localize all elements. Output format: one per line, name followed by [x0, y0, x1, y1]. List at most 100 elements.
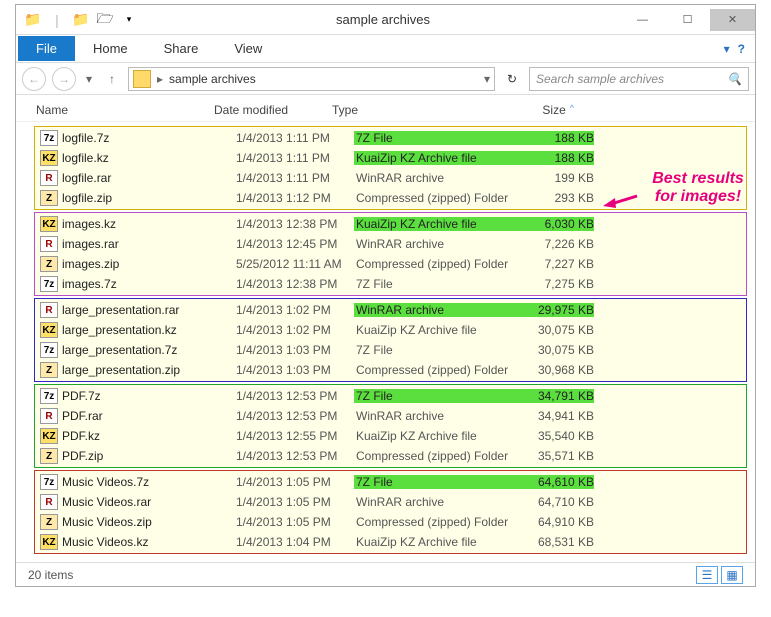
file-row[interactable]: ZPDF.zip1/4/2013 12:53 PMCompressed (zip… [36, 446, 745, 466]
file-date: 1/4/2013 1:03 PM [236, 363, 354, 377]
ribbon-tab-view[interactable]: View [216, 36, 280, 61]
file-date: 1/4/2013 1:02 PM [236, 323, 354, 337]
file-size: 29,975 KB [518, 303, 594, 317]
file-date: 1/4/2013 12:38 PM [236, 277, 354, 291]
file-type: WinRAR archive [354, 237, 518, 251]
close-button[interactable]: ✕ [710, 9, 755, 31]
address-dropdown-icon[interactable]: ▾ [484, 72, 490, 86]
file-type: 7Z File [354, 131, 518, 145]
file-date: 1/4/2013 12:53 PM [236, 409, 354, 423]
file-name: images.rar [62, 237, 236, 251]
file-type: Compressed (zipped) Folder [354, 257, 518, 271]
file-date: 5/25/2012 11:11 AM [236, 257, 354, 271]
file-row[interactable]: 7zlogfile.7z1/4/2013 1:11 PM7Z File188 K… [36, 128, 745, 148]
col-header-name[interactable]: Name [36, 103, 214, 117]
recent-locations-icon[interactable]: ▾ [82, 72, 96, 86]
item-count: 20 items [28, 568, 73, 582]
file-type: Compressed (zipped) Folder [354, 191, 518, 205]
breadcrumb-folder-icon [133, 70, 151, 88]
file-date: 1/4/2013 1:11 PM [236, 151, 354, 165]
address-bar[interactable]: ▸ sample archives ▾ [128, 67, 495, 91]
ribbon-tab-home[interactable]: Home [75, 36, 146, 61]
zip-file-icon: Z [40, 190, 58, 206]
breadcrumb-text[interactable]: sample archives [169, 72, 478, 86]
file-name: Music Videos.kz [62, 535, 236, 549]
file-date: 1/4/2013 1:05 PM [236, 515, 354, 529]
titlebar[interactable]: 📁 | 📁 🗁 ▾ sample archives — ☐ ✕ [16, 5, 755, 35]
ribbon-tab-share[interactable]: Share [146, 36, 217, 61]
col-header-size[interactable]: Size^ [496, 103, 574, 117]
file-size: 188 KB [518, 151, 594, 165]
file-type: KuaiZip KZ Archive file [354, 323, 518, 337]
new-folder-icon[interactable]: 📁 [70, 9, 92, 31]
search-input[interactable]: Search sample archives 🔍 [529, 67, 749, 91]
callout-text: Best resultsfor images! [633, 170, 763, 207]
file-name: Music Videos.rar [62, 495, 236, 509]
file-size: 199 KB [518, 171, 594, 185]
file-name: large_presentation.7z [62, 343, 236, 357]
ribbon-tab-file[interactable]: File [18, 36, 75, 61]
file-row[interactable]: 7zimages.7z1/4/2013 12:38 PM7Z File7,275… [36, 274, 745, 294]
file-row[interactable]: KZ large_presentation.kz1/4/2013 1:02 PMK… [36, 320, 745, 340]
nav-bar: ← → ▾ ↑ ▸ sample archives ▾ ↻ Search sam… [16, 63, 755, 95]
file-name: PDF.7z [62, 389, 236, 403]
customize-qat-icon[interactable]: ▾ [118, 9, 140, 31]
ribbon: File Home Share View ▾ ? [16, 35, 755, 63]
file-row[interactable]: ZMusic Videos.zip1/4/2013 1:05 PMCompres… [36, 512, 745, 532]
forward-button[interactable]: → [52, 67, 76, 91]
rar-file-icon: R [40, 302, 58, 318]
file-row[interactable]: 7zlarge_presentation.7z1/4/2013 1:03 PM7… [36, 340, 745, 360]
kz-file-icon: KZ [40, 322, 58, 338]
file-name: PDF.zip [62, 449, 236, 463]
file-row[interactable]: 7zMusic Videos.7z1/4/2013 1:05 PM7Z File… [36, 472, 745, 492]
help-icon[interactable]: ? [738, 42, 745, 56]
file-name: logfile.rar [62, 171, 236, 185]
file-row[interactable]: RMusic Videos.rar1/4/2013 1:05 PMWinRAR … [36, 492, 745, 512]
file-row[interactable]: KZPDF.kz1/4/2013 12:55 PMKuaiZip KZ Arch… [36, 426, 745, 446]
file-size: 68,531 KB [518, 535, 594, 549]
file-group: KZimages.kz1/4/2013 12:38 PMKuaiZip KZ A… [34, 212, 747, 296]
file-list[interactable]: Best resultsfor images! 7zlogfile.7z1/4/… [16, 122, 755, 562]
search-placeholder: Search sample archives [536, 72, 727, 86]
up-button[interactable]: ↑ [102, 72, 122, 86]
col-header-type[interactable]: Type [332, 103, 496, 117]
back-button[interactable]: ← [22, 67, 46, 91]
file-size: 6,030 KB [518, 217, 594, 231]
file-date: 1/4/2013 1:04 PM [236, 535, 354, 549]
file-date: 1/4/2013 1:12 PM [236, 191, 354, 205]
file-name: Music Videos.zip [62, 515, 236, 529]
col-header-date[interactable]: Date modified [214, 103, 332, 117]
file-type: 7Z File [354, 343, 518, 357]
file-row[interactable]: Rimages.rar1/4/2013 12:45 PMWinRAR archi… [36, 234, 745, 254]
file-type: KuaiZip KZ Archive file [354, 217, 518, 231]
file-name: logfile.kz [62, 151, 236, 165]
file-type: WinRAR archive [354, 303, 518, 317]
file-row[interactable]: Zlarge_presentation.zip1/4/2013 1:03 PMC… [36, 360, 745, 380]
file-row[interactable]: KZlogfile.kz1/4/2013 1:11 PMKuaiZip KZ A… [36, 148, 745, 168]
file-size: 34,941 KB [518, 409, 594, 423]
expand-ribbon-icon[interactable]: ▾ [724, 42, 730, 56]
file-name: large_presentation.zip [62, 363, 236, 377]
zip-file-icon: Z [40, 448, 58, 464]
minimize-button[interactable]: — [620, 9, 665, 31]
icons-view-icon[interactable]: ▦ [721, 566, 743, 584]
zip-file-icon: Z [40, 256, 58, 272]
file-row[interactable]: Zimages.zip5/25/2012 11:11 AMCompressed … [36, 254, 745, 274]
details-view-icon[interactable]: ☰ [696, 566, 718, 584]
file-row[interactable]: 7zPDF.7z1/4/2013 12:53 PM7Z File34,791 K… [36, 386, 745, 406]
file-size: 7,227 KB [518, 257, 594, 271]
refresh-button[interactable]: ↻ [501, 72, 523, 86]
file-name: large_presentation.kz [62, 323, 236, 337]
file-size: 64,910 KB [518, 515, 594, 529]
sort-indicator-icon: ^ [570, 103, 574, 117]
column-headers[interactable]: Name Date modified Type Size^ [16, 95, 755, 122]
file-row[interactable]: Rlarge_presentation.rar1/4/2013 1:02 PMW… [36, 300, 745, 320]
file-row[interactable]: KZMusic Videos.kz1/4/2013 1:04 PMKuaiZip… [36, 532, 745, 552]
file-row[interactable]: RPDF.rar1/4/2013 12:53 PMWinRAR archive3… [36, 406, 745, 426]
open-icon[interactable]: 🗁 [94, 9, 116, 31]
file-row[interactable]: KZimages.kz1/4/2013 12:38 PMKuaiZip KZ A… [36, 214, 745, 234]
kz-file-icon: KZ [40, 150, 58, 166]
folder-icon[interactable]: 📁 [22, 9, 44, 31]
file-date: 1/4/2013 12:53 PM [236, 389, 354, 403]
maximize-button[interactable]: ☐ [665, 9, 710, 31]
